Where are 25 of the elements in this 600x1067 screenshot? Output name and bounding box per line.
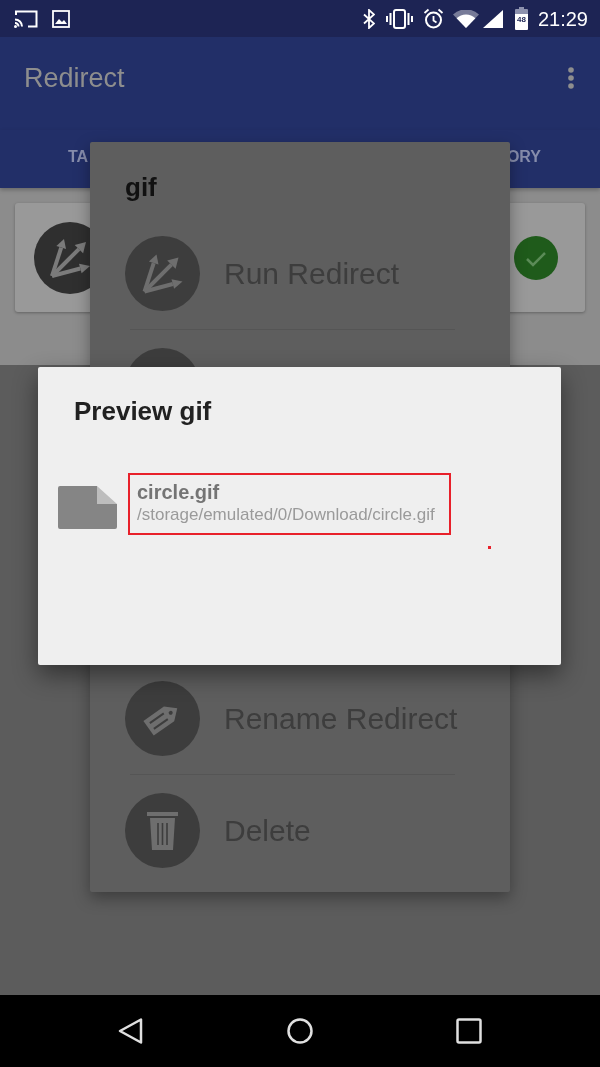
vibrate-icon bbox=[385, 8, 413, 29]
highlight-frame[interactable]: circle.gif /storage/emulated/0/Download/circle.gif bbox=[128, 473, 451, 535]
app-title: Redirect bbox=[24, 61, 125, 94]
more-options-icon[interactable] bbox=[568, 66, 574, 89]
menu-title: gif bbox=[125, 172, 157, 202]
wifi-icon bbox=[452, 9, 479, 28]
back-icon[interactable] bbox=[118, 1018, 144, 1044]
clock-text: 21:29 bbox=[537, 8, 588, 29]
arrows-icon bbox=[125, 236, 200, 311]
check-circle-icon[interactable] bbox=[514, 235, 558, 280]
file-path: /storage/emulated/0/Download/circle.gif bbox=[137, 504, 435, 526]
file-icon bbox=[58, 486, 117, 529]
tag-icon bbox=[125, 681, 200, 756]
alarm-clock-icon bbox=[422, 8, 444, 29]
cast-icon bbox=[14, 9, 38, 28]
bluetooth-icon bbox=[362, 8, 375, 29]
dialog-title: Preview gif bbox=[74, 395, 212, 427]
home-icon[interactable] bbox=[287, 1018, 313, 1044]
image-icon bbox=[52, 9, 70, 28]
trash-icon bbox=[125, 793, 200, 868]
file-name: circle.gif bbox=[137, 480, 220, 504]
battery-level-text: 48 bbox=[517, 15, 526, 24]
recent-apps-icon[interactable] bbox=[456, 1018, 482, 1044]
signal-icon bbox=[482, 9, 503, 28]
tab[interactable]: TA bbox=[68, 147, 89, 167]
